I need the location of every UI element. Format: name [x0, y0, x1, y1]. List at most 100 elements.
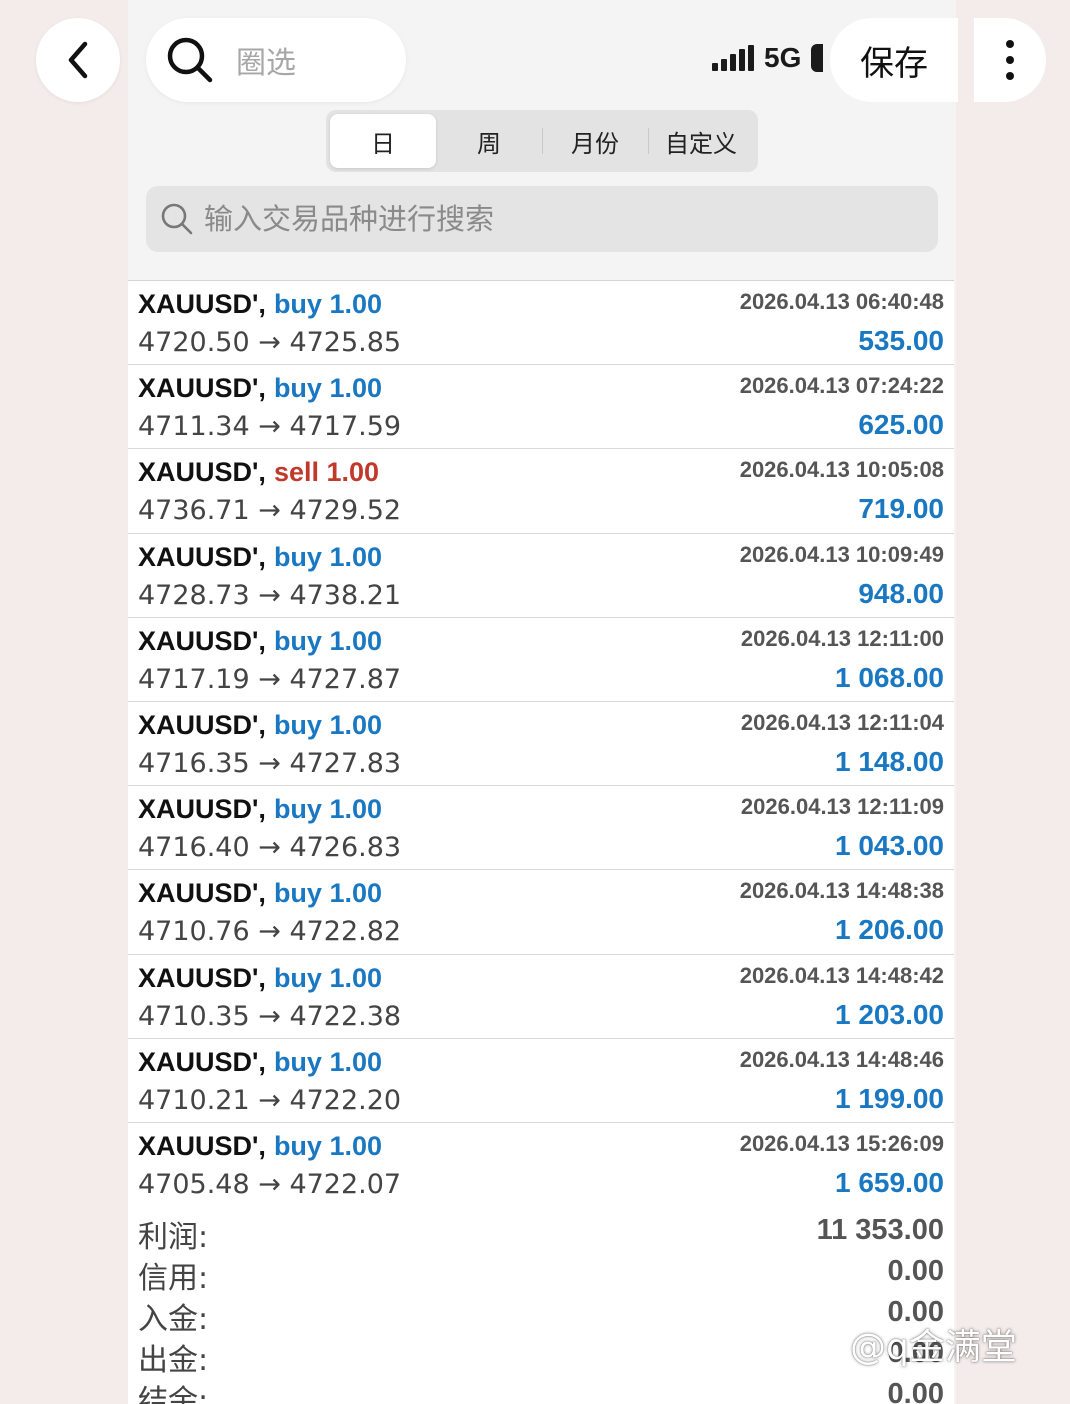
trade-row[interactable]: XAUUSD', buy 1.00 2026.04.13 07:24:22 4711.…	[128, 365, 954, 450]
tab-custom[interactable]: 自定义	[648, 114, 754, 168]
trade-profit: 1 043.00	[835, 830, 944, 862]
trade-row[interactable]: XAUUSD', buy 1.00 2026.04.13 12:11:00 4717.…	[128, 618, 954, 702]
circle-select-button[interactable]: 圈选	[146, 18, 406, 102]
trade-direction: buy 1.00	[273, 709, 382, 740]
tab-day[interactable]: 日	[330, 114, 436, 168]
trade-symbol: XAUUSD', buy 1.00	[138, 794, 382, 825]
more-dot-icon	[1006, 72, 1014, 80]
trade-row[interactable]: XAUUSD', buy 1.00 2026.04.13 14:48:38 4710.…	[128, 870, 954, 955]
trade-direction: buy 1.00	[273, 878, 382, 909]
trade-symbol: XAUUSD', buy 1.00	[138, 373, 382, 404]
trade-time: 2026.04.13 06:40:48	[739, 289, 944, 314]
trade-profit: 1 659.00	[835, 1166, 944, 1198]
symbol-name: XAUUSD',	[138, 709, 266, 740]
trade-list: XAUUSD', buy 1.00 2026.04.13 06:40:48 4720.…	[128, 280, 954, 1208]
trade-row[interactable]: XAUUSD', buy 1.00 2026.04.13 14:48:46 4710.…	[128, 1039, 954, 1123]
symbol-search-input[interactable]	[204, 202, 904, 236]
trade-time: 2026.04.13 10:05:08	[739, 457, 944, 483]
trade-direction: buy 1.00	[273, 625, 382, 656]
trade-symbol: XAUUSD', buy 1.00	[138, 963, 382, 994]
symbol-name: XAUUSD',	[138, 962, 266, 993]
summary-row: 信用: 0.00	[128, 1247, 954, 1296]
trade-prices: 4710.35 → 4722.38	[138, 1000, 402, 1032]
trade-profit: 948.00	[858, 577, 944, 609]
trade-time: 2026.04.13 14:48:38	[739, 878, 944, 904]
screen: 圈选 5G 保存 日 周 月份 自定义 XAUUSD',buy 1.002026…	[0, 0, 1070, 1404]
trade-prices: 4710.21 → 4722.20	[138, 1084, 402, 1116]
period-tabs: 日 周 月份 自定义	[326, 110, 758, 172]
summary-row: 出金: 0.00	[128, 1329, 954, 1378]
summary-row: 结余: 0.00	[128, 1370, 954, 1404]
symbol-name: XAUUSD',	[138, 541, 266, 572]
trade-direction: buy 1.00	[273, 541, 382, 572]
trade-row[interactable]: XAUUSD', sell 1.00 2026.04.13 10:05:08 4736…	[128, 449, 954, 534]
symbol-name: XAUUSD',	[138, 373, 266, 404]
back-button[interactable]	[36, 18, 120, 102]
more-options-button[interactable]	[974, 18, 1046, 102]
symbol-name: XAUUSD',	[138, 625, 266, 656]
summary-value: 0.00	[887, 1378, 944, 1404]
save-button[interactable]: 保存	[830, 18, 958, 102]
trade-prices: 4728.73 → 4738.21	[138, 579, 402, 611]
trade-row[interactable]: XAUUSD', buy 1.00 2026.04.13 10:09:49 4728.…	[128, 534, 954, 618]
trade-direction: buy 1.00	[273, 373, 382, 404]
summary-value: 11 353.00	[816, 1214, 944, 1246]
circle-select-label: 圈选	[236, 46, 296, 81]
symbol-name: XAUUSD',	[138, 457, 266, 488]
trade-symbol: XAUUSD', sell 1.00	[138, 457, 379, 488]
trade-profit: 625.00	[858, 409, 944, 441]
trade-row[interactable]: XAUUSD', buy 1.00 2026.04.13 12:11:04 4716.…	[128, 702, 954, 787]
trade-time: 2026.04.13 14:48:42	[739, 962, 944, 988]
trade-row[interactable]: XAUUSD', buy 1.00 2026.04.13 12:11:09 4716.…	[128, 786, 954, 871]
trade-symbol: XAUUSD', buy 1.00	[138, 1047, 382, 1078]
trade-time: 2026.04.13 12:11:09	[740, 794, 944, 820]
search-icon	[167, 37, 213, 83]
save-label: 保存	[860, 43, 928, 84]
trade-direction: buy 1.00	[273, 962, 382, 993]
trade-prices: 4720.50 → 4725.85	[138, 327, 402, 358]
summary-row: 利润: 11 353.00	[128, 1206, 954, 1255]
trade-profit: 535.00	[858, 325, 944, 356]
search-icon	[161, 203, 193, 235]
trade-time: 2026.04.13 07:24:22	[739, 373, 944, 399]
trade-profit: 1 206.00	[835, 914, 944, 946]
trade-direction: sell 1.00	[273, 457, 380, 488]
trade-prices: 4705.48 → 4722.07	[138, 1168, 402, 1200]
trade-row[interactable]: XAUUSD', buy 1.00 2026.04.13 14:48:42 4710.…	[128, 955, 954, 1039]
trade-symbol: XAUUSD', buy 1.00	[138, 542, 382, 573]
trade-profit: 1 203.00	[835, 998, 944, 1030]
trade-row[interactable]: XAUUSD', buy 1.00 2026.04.13 15:26:09 4705.…	[128, 1123, 954, 1208]
trade-prices: 4736.71 → 4729.52	[138, 495, 402, 527]
tab-week[interactable]: 周	[436, 114, 542, 168]
symbol-search-bar	[146, 186, 938, 252]
trade-symbol: XAUUSD', buy 1.00	[138, 710, 382, 741]
trade-time: 2026.04.13 15:26:09	[739, 1130, 944, 1156]
trade-prices: 4710.76 → 4722.82	[138, 916, 402, 948]
symbol-name: XAUUSD',	[138, 1046, 266, 1077]
summary-label: 结余:	[138, 1384, 209, 1404]
trade-prices: 4717.19 → 4727.87	[138, 663, 402, 695]
signal-icon	[712, 45, 754, 71]
network-type: 5G	[764, 42, 802, 73]
tab-month[interactable]: 月份	[542, 114, 648, 168]
trade-row[interactable]: XAUUSD', buy 1.00 2026.04.13 06:40:48 4720.…	[128, 281, 954, 366]
symbol-name: XAUUSD',	[138, 289, 266, 319]
more-dot-icon	[1006, 40, 1014, 48]
trade-prices: 4716.40 → 4726.83	[138, 832, 402, 864]
trade-symbol: XAUUSD', buy 1.00	[138, 878, 382, 909]
status-bar: 5G	[712, 36, 824, 80]
symbol-name: XAUUSD',	[138, 1130, 266, 1161]
trade-direction: buy 1.00	[273, 794, 382, 825]
trade-time: 2026.04.13 14:48:46	[739, 1046, 944, 1072]
trade-prices: 4711.34 → 4717.59	[138, 411, 402, 443]
trade-prices: 4716.35 → 4727.83	[138, 747, 402, 779]
trade-direction: buy 1.00	[273, 1046, 382, 1077]
trade-profit: 1 148.00	[835, 745, 944, 777]
watermark: @q金满堂	[850, 1327, 1017, 1368]
summary-section: 利润: 11 353.00 信用: 0.00 入金: 0.00 出金: 0.00 结余: 0.00	[128, 1206, 954, 1404]
symbol-name: XAUUSD',	[138, 794, 266, 825]
trade-profit: 1 068.00	[835, 661, 944, 693]
trade-profit: 1 199.00	[835, 1082, 944, 1114]
trade-time: 2026.04.13 12:11:04	[740, 709, 944, 735]
trade-symbol: XAUUSD', buy 1.00	[138, 1131, 382, 1162]
